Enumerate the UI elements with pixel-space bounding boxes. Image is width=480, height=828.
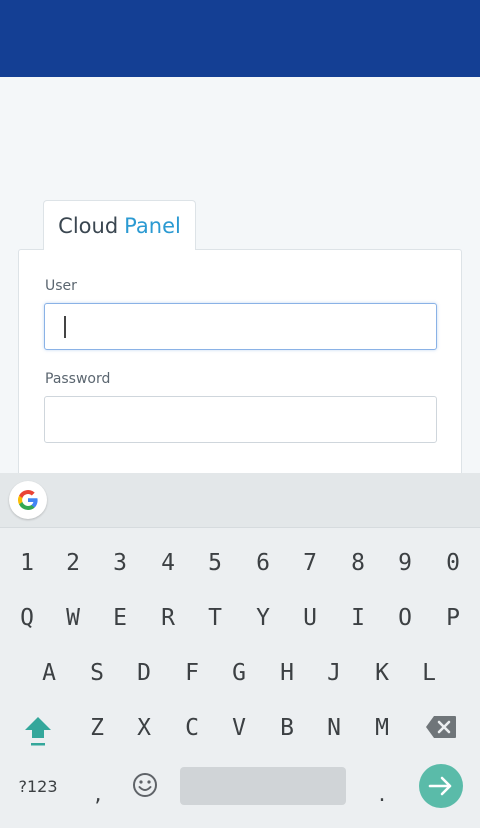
backspace-icon[interactable]	[424, 713, 458, 741]
key-b[interactable]: B	[267, 708, 307, 748]
key-2[interactable]: 2	[53, 543, 93, 583]
keyboard-suggestion-bar	[0, 473, 480, 528]
key-0[interactable]: 0	[433, 543, 473, 583]
key-1[interactable]: 1	[7, 543, 47, 583]
key-u[interactable]: U	[290, 598, 330, 638]
text-caret	[64, 316, 66, 338]
top-app-bar	[0, 0, 480, 77]
emoji-icon[interactable]	[129, 769, 161, 801]
key-7[interactable]: 7	[290, 543, 330, 583]
password-input[interactable]	[44, 396, 437, 443]
key-5[interactable]: 5	[195, 543, 235, 583]
key-j[interactable]: J	[314, 653, 354, 693]
key-6[interactable]: 6	[243, 543, 283, 583]
letter-row-3: Z X C V B N M	[0, 708, 480, 748]
key-x[interactable]: X	[124, 708, 164, 748]
brand-accent-text: Panel	[124, 213, 181, 238]
symbols-key[interactable]: ?123	[10, 769, 66, 803]
key-p[interactable]: P	[433, 598, 473, 638]
key-d[interactable]: D	[124, 653, 164, 693]
key-n[interactable]: N	[314, 708, 354, 748]
key-y[interactable]: Y	[243, 598, 283, 638]
key-4[interactable]: 4	[148, 543, 188, 583]
cloud-panel-tab[interactable]: Cloud Panel	[43, 200, 196, 250]
user-label: User	[45, 278, 77, 294]
period-key[interactable]: .	[367, 777, 397, 811]
key-e[interactable]: E	[100, 598, 140, 638]
key-v[interactable]: V	[219, 708, 259, 748]
key-t[interactable]: T	[195, 598, 235, 638]
password-label: Password	[45, 371, 111, 387]
key-h[interactable]: H	[267, 653, 307, 693]
login-card: User Password	[18, 249, 462, 489]
key-9[interactable]: 9	[385, 543, 425, 583]
key-l[interactable]: L	[409, 653, 449, 693]
enter-arrow-icon[interactable]	[419, 764, 463, 808]
key-f[interactable]: F	[172, 653, 212, 693]
google-icon[interactable]	[9, 481, 47, 519]
key-3[interactable]: 3	[100, 543, 140, 583]
key-w[interactable]: W	[53, 598, 93, 638]
key-a[interactable]: A	[29, 653, 69, 693]
brand-primary-text: Cloud	[58, 213, 119, 238]
key-8[interactable]: 8	[338, 543, 378, 583]
key-s[interactable]: S	[77, 653, 117, 693]
letter-row-1: Q W E R T Y U I O P	[0, 598, 480, 638]
key-r[interactable]: R	[148, 598, 188, 638]
key-z[interactable]: Z	[77, 708, 117, 748]
letter-row-2: A S D F G H J K L	[0, 653, 480, 693]
key-o[interactable]: O	[385, 598, 425, 638]
key-k[interactable]: K	[362, 653, 402, 693]
comma-key[interactable]: ,	[83, 777, 113, 811]
soft-keyboard: 1 2 3 4 5 6 7 8 9 0 Q W E R T Y U I O P …	[0, 473, 480, 828]
number-row: 1 2 3 4 5 6 7 8 9 0	[0, 543, 480, 583]
key-q[interactable]: Q	[7, 598, 47, 638]
key-m[interactable]: M	[362, 708, 402, 748]
space-bar[interactable]	[180, 767, 346, 805]
key-i[interactable]: I	[338, 598, 378, 638]
key-c[interactable]: C	[172, 708, 212, 748]
user-input[interactable]	[44, 303, 437, 350]
key-g[interactable]: G	[219, 653, 259, 693]
